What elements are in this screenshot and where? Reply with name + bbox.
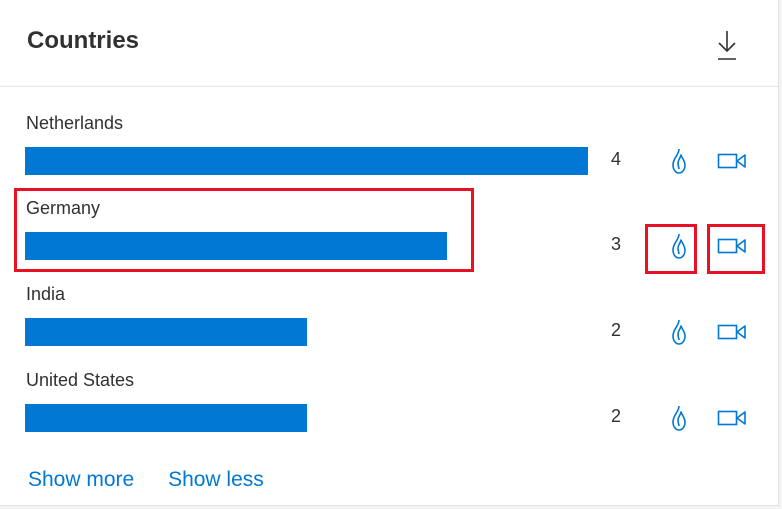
country-bar[interactable]	[25, 147, 588, 175]
video-camera-icon[interactable]	[717, 141, 747, 181]
panel-title: Countries	[27, 27, 140, 54]
country-row-netherlands: Netherlands 4	[0, 113, 778, 199]
country-bar[interactable]	[25, 318, 307, 346]
video-camera-icon[interactable]	[717, 312, 747, 352]
country-row-united-states: United States 2	[0, 370, 778, 456]
country-label: India	[26, 284, 66, 304]
country-count: 2	[610, 406, 621, 426]
countries-panel: Countries Netherlands 4 Germany 3 India …	[0, 0, 779, 506]
country-label: Netherlands	[26, 113, 124, 133]
video-camera-icon[interactable]	[717, 398, 747, 438]
highlight-germany-row	[14, 188, 474, 272]
flame-icon[interactable]	[664, 141, 694, 181]
flame-icon[interactable]	[664, 398, 694, 438]
download-icon[interactable]	[716, 29, 738, 61]
footer-links: Show more Show less	[28, 468, 292, 492]
show-more-link[interactable]: Show more	[28, 468, 134, 491]
country-count: 4	[610, 149, 621, 169]
highlight-video-button	[707, 224, 765, 274]
country-count: 2	[610, 320, 621, 340]
country-label: United States	[26, 370, 135, 390]
country-row-india: India 2	[0, 284, 778, 370]
country-bar[interactable]	[25, 404, 307, 432]
country-count: 3	[610, 234, 621, 254]
show-less-link[interactable]: Show less	[168, 468, 264, 491]
flame-icon[interactable]	[664, 312, 694, 352]
highlight-flame-button	[645, 224, 697, 274]
panel-header: Countries	[0, 0, 778, 87]
